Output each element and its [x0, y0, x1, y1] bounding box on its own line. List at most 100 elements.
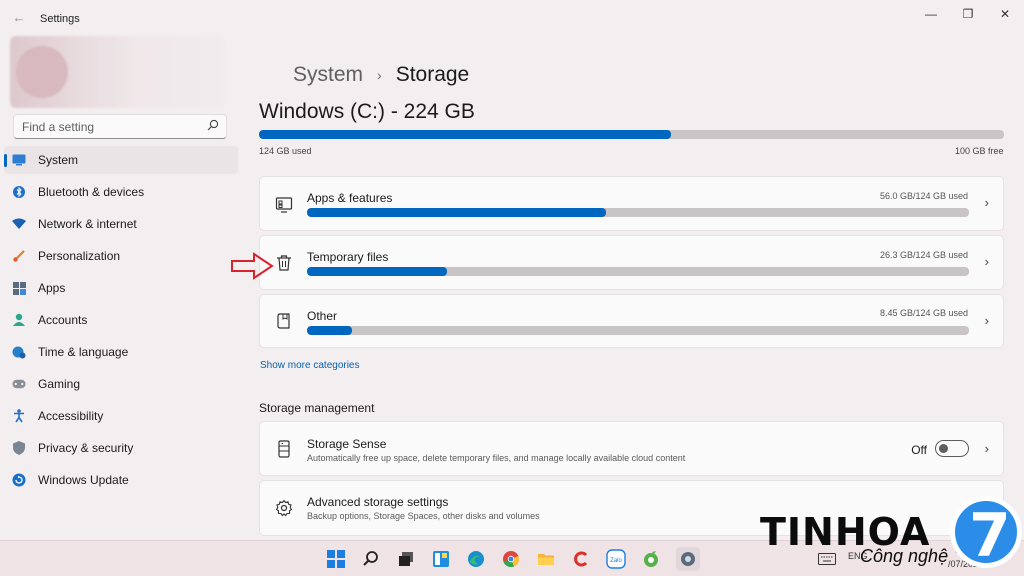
sidebar-item-apps[interactable]: Apps — [4, 274, 238, 302]
sidebar-item-label: Network & internet — [38, 217, 137, 231]
zalo-icon[interactable]: Zalo — [604, 547, 628, 571]
advanced-storage-label: Advanced storage settings — [307, 495, 449, 509]
apps-features-icon — [274, 195, 294, 215]
category-usage-bar — [307, 267, 969, 276]
watermark-logo: TINHOA Công nghệ 7 — [760, 496, 1024, 576]
watermark-badge-number: 7 — [969, 501, 1011, 571]
back-arrow-icon[interactable]: ← — [10, 10, 28, 26]
edge-icon[interactable] — [464, 547, 488, 571]
sidebar-item-label: Gaming — [38, 377, 81, 391]
maximize-button[interactable]: ❐ — [951, 4, 985, 24]
category-usage-fill — [307, 267, 448, 276]
shield-icon — [12, 441, 26, 455]
search-icon[interactable] — [359, 547, 383, 571]
sidebar-item-network[interactable]: Network & internet — [4, 210, 238, 238]
wifi-icon — [12, 217, 26, 231]
sidebar-item-time-language[interactable]: Time & language — [4, 338, 238, 366]
sidebar-item-gaming[interactable]: Gaming — [4, 370, 238, 398]
category-apps-features[interactable]: Apps & features 56.0 GB/124 GB used › — [259, 176, 1004, 231]
category-usage-fill — [307, 208, 607, 217]
settings-icon[interactable] — [676, 547, 700, 571]
watermark-badge: 7 — [950, 496, 1022, 571]
ccleaner-icon[interactable] — [569, 547, 593, 571]
category-label: Temporary files — [307, 250, 389, 264]
sidebar-item-label: Bluetooth & devices — [38, 185, 145, 199]
drive-usage-bar — [259, 130, 1004, 139]
chevron-right-icon: › — [984, 254, 989, 269]
page-title: Storage — [395, 63, 470, 86]
sidebar-item-label: Time & language — [38, 345, 129, 359]
start-icon[interactable] — [324, 547, 348, 571]
task-view-icon[interactable] — [394, 547, 418, 571]
bluetooth-icon — [12, 185, 26, 199]
breadcrumb-parent[interactable]: System — [293, 63, 363, 87]
annotation-arrow-icon — [231, 252, 274, 280]
sidebar-item-system[interactable]: System — [4, 146, 238, 174]
category-usage-bar — [307, 208, 969, 217]
trash-icon — [274, 253, 294, 273]
gear-icon — [274, 498, 294, 518]
sidebar-item-windows-update[interactable]: Windows Update — [4, 466, 238, 494]
storage-sense-icon — [274, 439, 294, 459]
chevron-right-icon: › — [984, 195, 989, 210]
widgets-icon[interactable] — [429, 547, 453, 571]
category-usage-bar — [307, 326, 969, 335]
zalo-label: Zalo — [610, 558, 622, 564]
title-bar: ← Settings — ❐ ✕ — [0, 0, 1024, 36]
sidebar-nav: System Bluetooth & devices Network & int… — [4, 146, 238, 498]
sidebar-item-accessibility[interactable]: Accessibility — [4, 402, 238, 430]
brush-icon — [12, 249, 26, 263]
sidebar-item-personalization[interactable]: Personalization — [4, 242, 238, 270]
monitor-icon — [12, 153, 26, 167]
close-button[interactable]: ✕ — [988, 4, 1022, 24]
other-icon — [274, 311, 294, 331]
breadcrumb-separator: › — [377, 67, 382, 83]
category-temporary-files[interactable]: Temporary files 26.3 GB/124 GB used › — [259, 235, 1004, 290]
drive-used-label: 124 GB used — [259, 146, 312, 156]
sidebar-item-label: Privacy & security — [38, 441, 134, 455]
show-more-categories-link[interactable]: Show more categories — [260, 360, 360, 371]
chrome-icon[interactable] — [499, 547, 523, 571]
sidebar-item-label: Accessibility — [38, 409, 104, 423]
sidebar-item-label: Windows Update — [38, 473, 129, 487]
category-label: Apps & features — [307, 191, 393, 205]
storage-sense-toggle-label: Off — [911, 443, 927, 457]
advanced-storage-description: Backup options, Storage Spaces, other di… — [307, 511, 540, 521]
drive-title: Windows (C:) - 224 GB — [259, 100, 475, 123]
accessibility-icon — [12, 409, 26, 423]
update-icon — [12, 473, 26, 487]
sidebar-item-label: System — [38, 153, 79, 167]
chevron-right-icon: › — [984, 441, 989, 456]
sidebar-item-bluetooth[interactable]: Bluetooth & devices — [4, 178, 238, 206]
apps-icon — [12, 281, 26, 295]
drive-usage-fill — [259, 130, 671, 139]
file-explorer-icon[interactable] — [534, 547, 558, 571]
storage-management-heading: Storage management — [259, 401, 375, 415]
storage-sense-label: Storage Sense — [307, 437, 387, 451]
watermark-subtitle: Công nghệ — [860, 546, 949, 566]
category-label: Other — [307, 309, 338, 323]
category-usage-fill — [307, 326, 353, 335]
minimize-button[interactable]: — — [914, 4, 948, 24]
category-other[interactable]: Other 8.45 GB/124 GB used › — [259, 294, 1004, 348]
globe-clock-icon — [12, 345, 26, 359]
toggle-knob — [939, 444, 948, 453]
storage-sense-toggle[interactable] — [935, 440, 969, 457]
search-icon[interactable] — [206, 118, 220, 134]
sidebar-item-accounts[interactable]: Accounts — [4, 306, 238, 334]
search-box[interactable] — [13, 114, 227, 139]
gamepad-icon — [12, 377, 26, 391]
category-usage: 26.3 GB/124 GB used — [879, 250, 968, 260]
sidebar-item-label: Personalization — [38, 249, 121, 263]
user-profile[interactable] — [10, 36, 226, 108]
coccoc-icon[interactable] — [639, 547, 663, 571]
app-title: Settings — [40, 13, 80, 25]
search-input[interactable] — [14, 115, 194, 138]
sidebar-item-label: Accounts — [38, 313, 88, 327]
sidebar-item-privacy-security[interactable]: Privacy & security — [4, 434, 238, 462]
drive-free-label: 100 GB free — [955, 146, 1004, 156]
storage-sense-description: Automatically free up space, delete temp… — [307, 453, 686, 463]
storage-sense-card[interactable]: Storage Sense Automatically free up spac… — [259, 421, 1004, 476]
person-icon — [12, 313, 26, 327]
chevron-right-icon: › — [984, 313, 989, 328]
